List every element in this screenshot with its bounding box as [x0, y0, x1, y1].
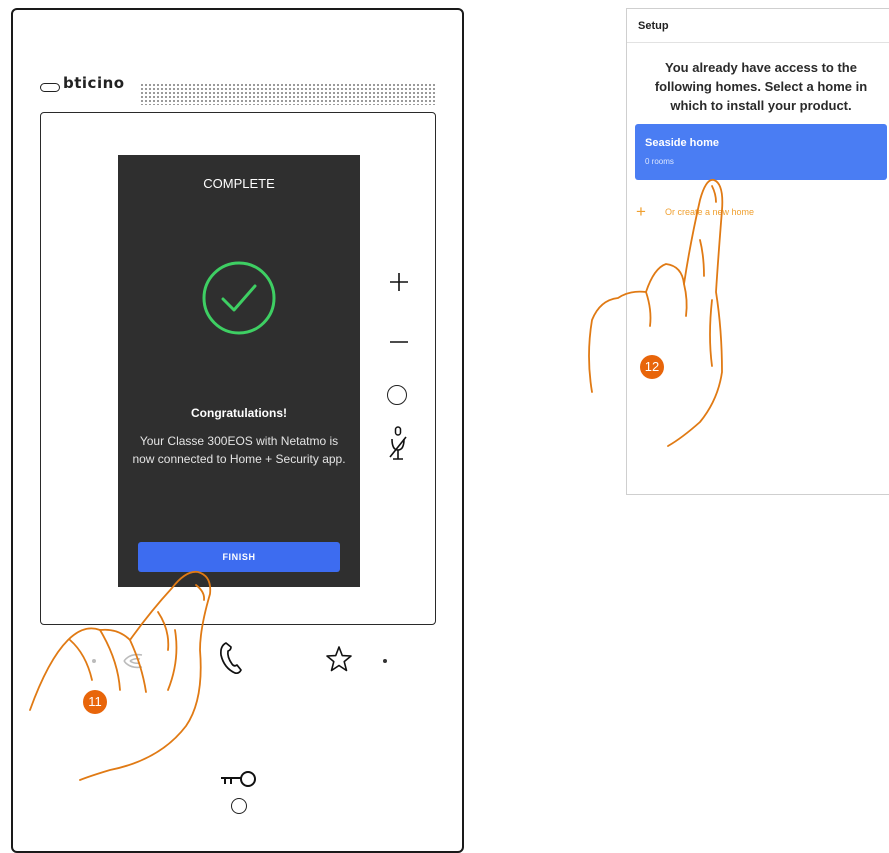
step-badge: 11: [83, 690, 107, 714]
pointing-hand-illustrations: [29, 178, 724, 781]
step-badge: 12: [640, 355, 664, 379]
